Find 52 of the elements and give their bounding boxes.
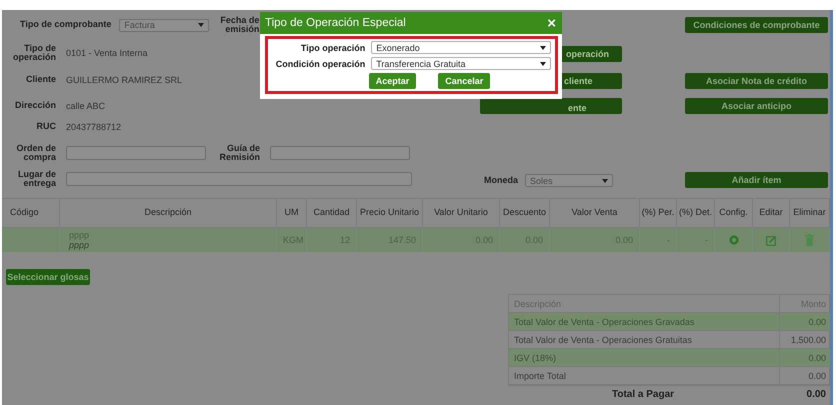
table-cell: Total Valor de Venta - Operaciones Gravadas (509, 313, 779, 331)
total-label: Total a Pagar (610, 388, 676, 400)
button[interactable]: ente (480, 98, 622, 114)
button[interactable]: Asociar anticipo (685, 98, 828, 114)
dropdown-arrow-icon (602, 178, 608, 182)
field-label: Guía de Remisión (218, 144, 260, 162)
close-button[interactable]: × (547, 16, 556, 30)
add-item-button[interactable]: Añadir ítem (685, 172, 828, 188)
dialog-title: Tipo de Operación Especial (265, 17, 406, 29)
input-field[interactable] (270, 146, 410, 160)
field-label: Cliente (24, 75, 56, 85)
input-field[interactable] (66, 172, 412, 186)
total-value: 0.00 (806, 388, 827, 400)
field-label: Tipo de comprobante (20, 20, 112, 30)
button[interactable]: Aceptar (368, 73, 416, 89)
operation-select[interactable]: Exonerado (371, 41, 551, 54)
table-cell: pppp (69, 240, 90, 250)
currency-select[interactable]: Soles (525, 174, 614, 187)
table-cell: 0.00 (779, 367, 830, 385)
button[interactable]: Asociar Nota de crédito (685, 73, 828, 89)
field-label: Tipo operación (300, 42, 366, 52)
table-row-highlight[interactable] (2, 228, 60, 252)
trash-icon[interactable] (805, 234, 814, 246)
field-label: Moneda (484, 176, 518, 186)
field-value: 0101 - Venta Interna (66, 48, 148, 58)
field-value: calle ABC (66, 101, 106, 111)
settings-icon[interactable] (728, 235, 738, 245)
field-label: Tipo de operación (12, 44, 56, 62)
table-cell: 0.00 (779, 313, 830, 331)
field-value: 20437788712 (66, 122, 122, 132)
button[interactable]: Condiciones de comprobante (685, 17, 828, 33)
edit-icon[interactable] (766, 234, 776, 246)
field-label: Orden de compra (15, 144, 56, 162)
dropdown-arrow-icon (540, 62, 546, 66)
button[interactable]: Cancelar (438, 73, 490, 89)
table-cell: 0.00 (779, 349, 830, 367)
table-cell: - (705, 235, 708, 245)
select-glosses-button[interactable]: Seleccionar glosas (6, 269, 90, 285)
input-field[interactable] (66, 146, 206, 160)
dropdown-arrow-icon (198, 23, 204, 27)
table-cell: - (667, 235, 670, 245)
field-value: GUILLERMO RAMIREZ SRL (66, 75, 182, 85)
field-label: RUC (36, 122, 56, 132)
field-label: Dirección (14, 101, 56, 111)
operation-select[interactable]: Transferencia Gratuita (371, 57, 551, 70)
field-label: Fecha de emisión (219, 16, 260, 34)
field-label: Condición operación (274, 58, 366, 68)
document-type-select[interactable]: Factura (119, 18, 210, 32)
table-cell: IGV (18%) (509, 349, 779, 367)
table-cell: Importe Total (509, 367, 779, 385)
field-label: Lugar de entrega (16, 170, 56, 188)
dropdown-arrow-icon (540, 46, 546, 50)
